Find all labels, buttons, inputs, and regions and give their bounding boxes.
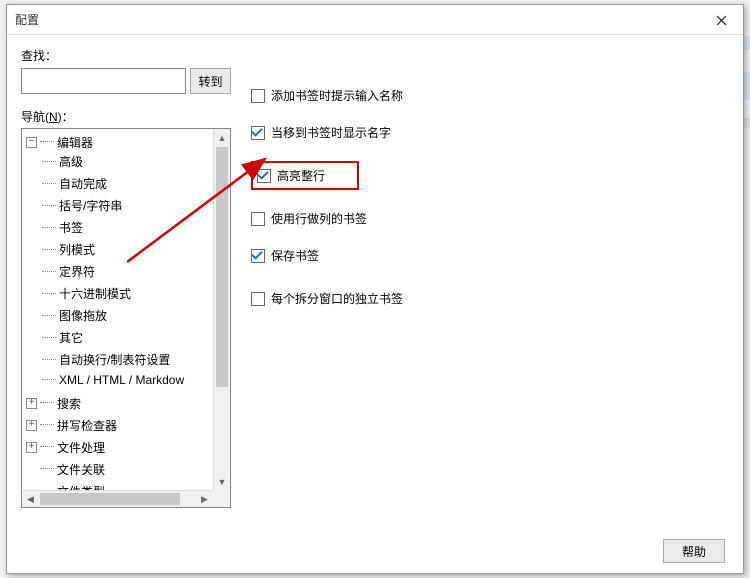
tree-node-advanced[interactable]: 高级 xyxy=(28,153,211,170)
scroll-right-icon: ▶ xyxy=(196,491,213,507)
bg-fragment xyxy=(744,72,750,100)
checkbox-split-independent[interactable] xyxy=(251,292,265,306)
tree-node-search[interactable]: +搜索 xyxy=(26,395,211,412)
tree-scroll: −编辑器 高级 自动完成 括号/字符串 书签 列模式 定界符 十六进制模式 图像… xyxy=(22,129,213,490)
option-row: 使用行做列的书签 xyxy=(251,210,729,227)
tree-hscrollbar[interactable]: ◀ ▶ xyxy=(22,490,213,507)
tree-node-filehandle[interactable]: +文件处理 xyxy=(26,439,211,456)
option-row: 保存书签 xyxy=(251,247,729,264)
tree-node-brackets[interactable]: 括号/字符串 xyxy=(28,197,211,214)
scroll-up-icon: ▲ xyxy=(214,129,230,146)
tree-node-wordwrap[interactable]: 自动换行/制表符设置 xyxy=(28,351,211,368)
option-row: 添加书签时提示输入名称 xyxy=(251,87,729,104)
tree-node-delimiter[interactable]: 定界符 xyxy=(28,263,211,280)
config-dialog: 配置 查找： 转到 导航(N)： −编辑器 高级 xyxy=(6,4,744,574)
bg-fragment xyxy=(744,36,750,50)
checkbox-highlight-line[interactable] xyxy=(257,169,271,183)
title: 配置 xyxy=(15,11,39,28)
checkbox-row-column[interactable] xyxy=(251,212,265,226)
left-column: 查找： 转到 导航(N)： −编辑器 高级 自动完成 括号/字符串 xyxy=(21,47,231,529)
option-label: 使用行做列的书签 xyxy=(271,210,367,227)
checkbox-prompt-name[interactable] xyxy=(251,89,265,103)
nav-label: 导航(N)： xyxy=(21,108,231,125)
nav-tree: −编辑器 高级 自动完成 括号/字符串 书签 列模式 定界符 十六进制模式 图像… xyxy=(21,128,231,508)
close-button[interactable] xyxy=(699,5,743,35)
go-button[interactable]: 转到 xyxy=(190,68,231,94)
option-label: 添加书签时提示输入名称 xyxy=(271,87,403,104)
scroll-thumb[interactable] xyxy=(216,147,228,387)
option-row: 高亮整行 xyxy=(251,161,729,190)
dialog-body: 查找： 转到 导航(N)： −编辑器 高级 自动完成 括号/字符串 xyxy=(7,35,743,529)
tree-node-hexmode[interactable]: 十六进制模式 xyxy=(28,285,211,302)
find-input[interactable] xyxy=(21,68,186,94)
tree-node-autocomplete[interactable]: 自动完成 xyxy=(28,175,211,192)
scroll-left-icon: ◀ xyxy=(22,491,39,507)
option-row: 当移到书签时显示名字 xyxy=(251,124,729,141)
scroll-thumb[interactable] xyxy=(40,493,180,505)
titlebar: 配置 xyxy=(7,5,743,35)
checkbox-save-bookmarks[interactable] xyxy=(251,249,265,263)
close-icon xyxy=(716,15,727,26)
option-label: 每个拆分窗口的独立书签 xyxy=(271,290,403,307)
right-column: 添加书签时提示输入名称 当移到书签时显示名字 高亮整行 使用行做列的书签 保存书… xyxy=(251,47,729,529)
help-button[interactable]: 帮助 xyxy=(663,539,725,563)
option-label: 保存书签 xyxy=(271,247,319,264)
option-row: 每个拆分窗口的独立书签 xyxy=(251,290,729,307)
tree-node-xml[interactable]: XML / HTML / Markdow xyxy=(28,373,211,387)
bg-fragment xyxy=(744,118,750,128)
find-row: 转到 xyxy=(21,68,231,94)
find-label: 查找： xyxy=(21,47,231,64)
tree-node-filetypes[interactable]: 文件类型 xyxy=(26,483,211,491)
tree-node-bookmarks[interactable]: 书签 xyxy=(28,219,211,236)
scroll-down-icon: ▼ xyxy=(214,473,230,490)
tree-node-imagedrag[interactable]: 图像拖放 xyxy=(28,307,211,324)
tree-node-spellcheck[interactable]: +拼写检查器 xyxy=(26,417,211,434)
option-label: 高亮整行 xyxy=(277,167,325,184)
tree-vscrollbar[interactable]: ▲ ▼ xyxy=(213,129,230,490)
option-label: 当移到书签时显示名字 xyxy=(271,124,391,141)
tree-node-editor[interactable]: −编辑器 xyxy=(26,134,211,151)
highlight-box: 高亮整行 xyxy=(251,161,359,190)
dialog-footer: 帮助 xyxy=(663,539,725,563)
tree-node-other[interactable]: 其它 xyxy=(28,329,211,346)
tree-node-columnmode[interactable]: 列模式 xyxy=(28,241,211,258)
scroll-corner xyxy=(213,490,230,507)
checkbox-show-name[interactable] xyxy=(251,126,265,140)
tree-node-fileassoc[interactable]: 文件关联 xyxy=(26,461,211,478)
